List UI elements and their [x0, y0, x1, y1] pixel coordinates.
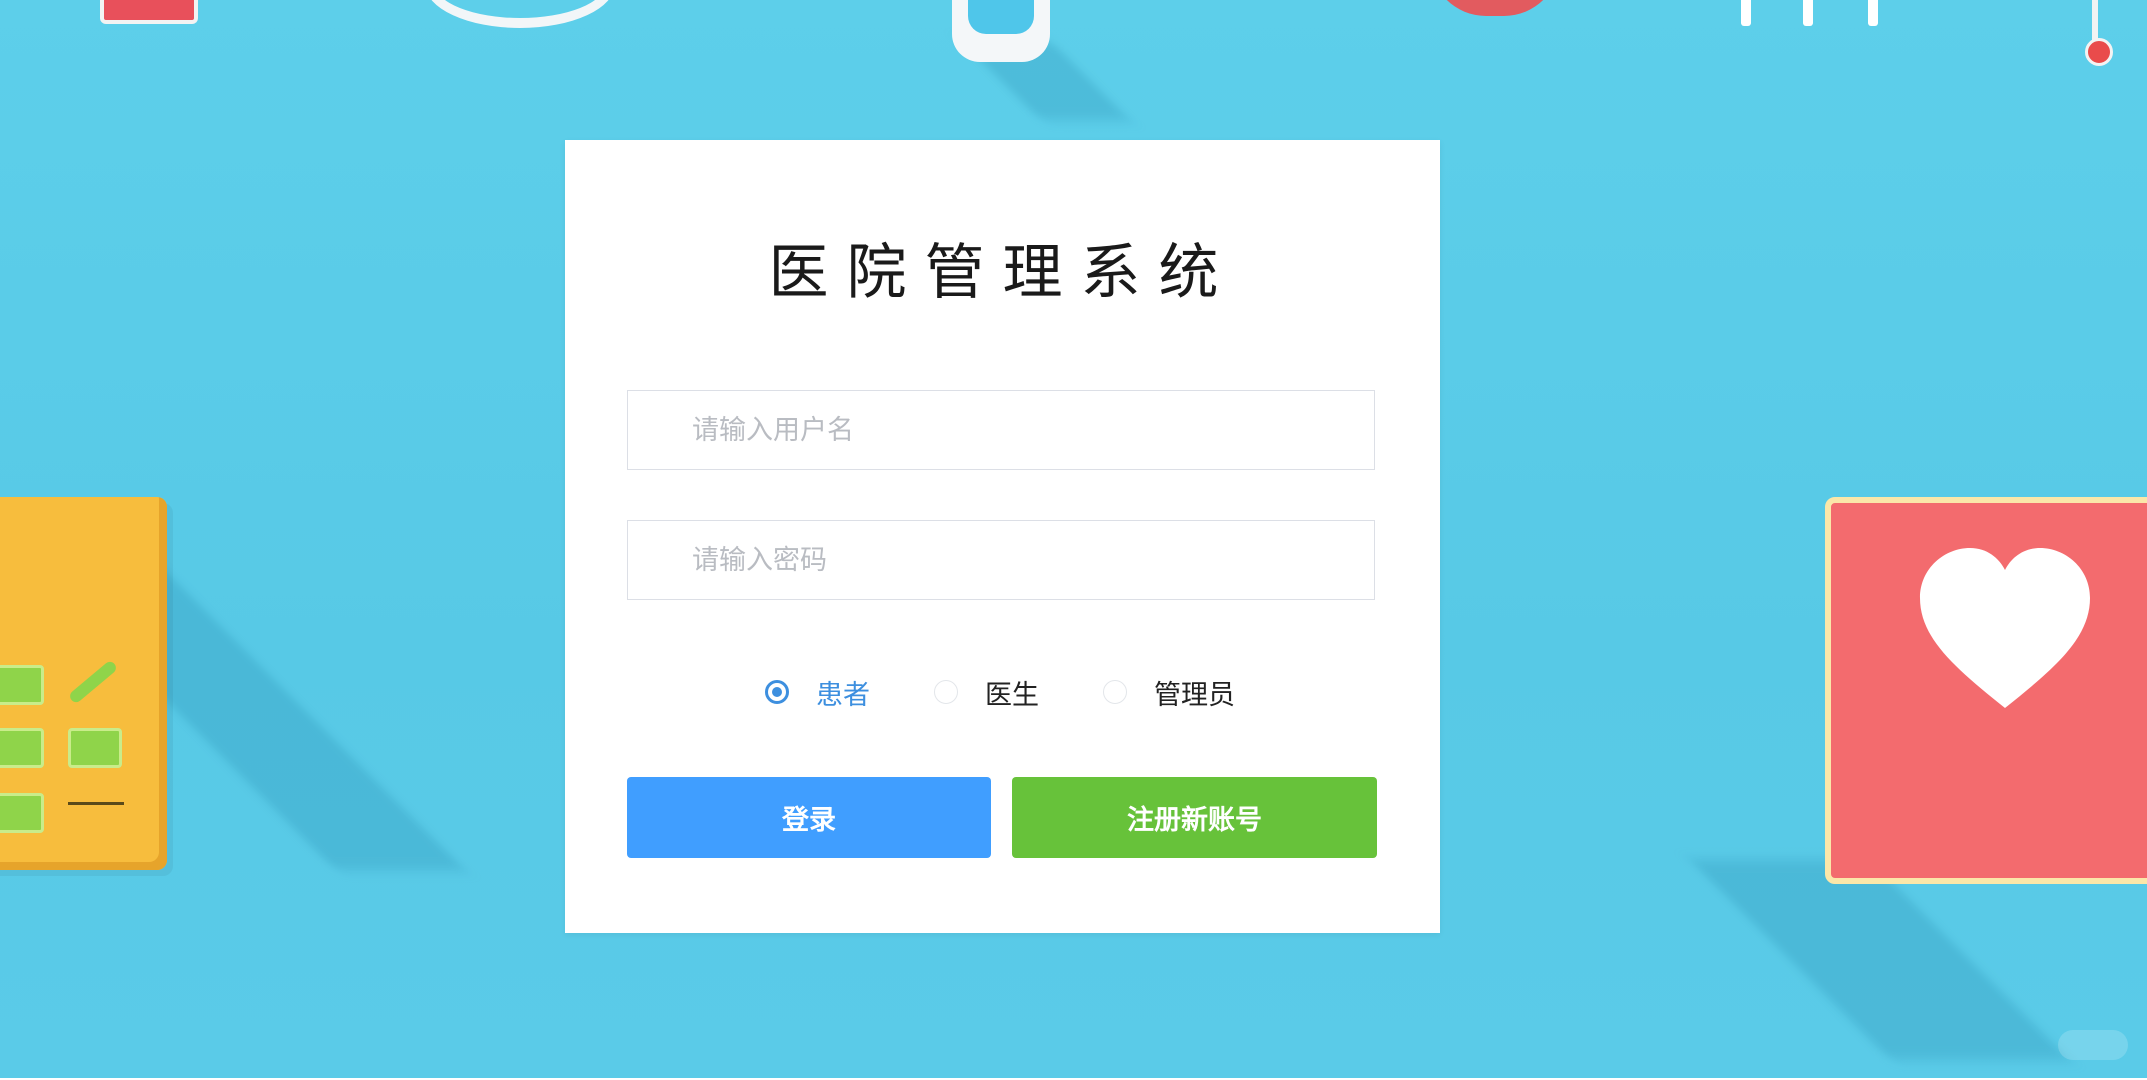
checklist-line	[68, 802, 124, 805]
thermometer-bulb-icon	[2085, 38, 2113, 66]
stethoscope-ring-icon	[425, 0, 615, 28]
page-title: 医院管理系统	[768, 238, 1237, 308]
checklist-box-icon	[0, 793, 44, 833]
chart-bar-icon	[1868, 0, 1878, 26]
role-option-admin[interactable]: 管理员	[1103, 670, 1235, 714]
top-red-tab-decoration	[100, 0, 198, 24]
password-input[interactable]	[627, 520, 1375, 600]
red-dome-icon	[1430, 0, 1560, 16]
login-panel: 医院管理系统 患者 医生 管理员 登录 注册新账号	[565, 140, 1440, 933]
test-tube-liquid	[968, 0, 1034, 34]
role-label: 管理员	[1154, 679, 1235, 711]
radio-selected-icon[interactable]	[765, 680, 789, 704]
radio-unselected-icon[interactable]	[934, 680, 958, 704]
heart-card-shadow	[1690, 860, 2070, 1060]
chart-bar-icon	[1803, 0, 1813, 26]
checklist-box-icon	[68, 728, 122, 768]
role-label: 医生	[985, 679, 1039, 711]
watermark-badge	[2058, 1030, 2128, 1060]
role-radio-group: 患者 医生 管理员	[565, 670, 1440, 714]
register-button[interactable]: 注册新账号	[1012, 777, 1377, 858]
heart-icon	[1920, 548, 2090, 708]
chart-bar-icon	[1741, 0, 1751, 26]
checklist-box-icon	[0, 665, 44, 705]
login-button[interactable]: 登录	[627, 777, 991, 858]
checklist-box-icon	[0, 728, 44, 768]
radio-unselected-icon[interactable]	[1103, 680, 1127, 704]
role-option-patient[interactable]: 患者	[765, 670, 870, 714]
username-input[interactable]	[627, 390, 1375, 470]
role-label: 患者	[816, 679, 870, 711]
role-option-doctor[interactable]: 医生	[934, 670, 1039, 714]
